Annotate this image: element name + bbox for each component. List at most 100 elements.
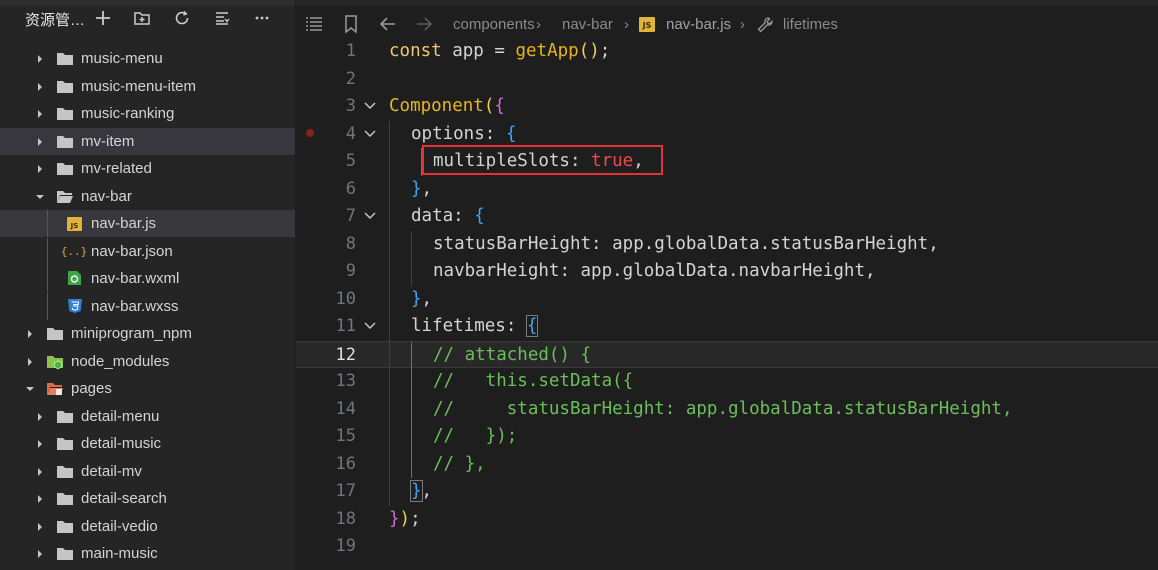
js-file-icon: JS — [67, 217, 82, 231]
code-line-current: 12 // attached() { — [296, 340, 1158, 369]
breadcrumb-item[interactable]: nav-bar — [562, 16, 613, 33]
tree-item-nav-bar[interactable]: nav-bar — [0, 183, 295, 210]
chevron-right-icon — [38, 55, 42, 63]
new-file-icon[interactable] — [92, 7, 114, 29]
indent-guide — [389, 258, 390, 286]
tree-item-detail-mv[interactable]: detail-mv — [0, 458, 295, 485]
tree-item-main-music[interactable]: main-music — [0, 540, 295, 567]
chevron-right-icon — [38, 82, 42, 91]
fold-chevron-icon[interactable] — [364, 321, 376, 331]
folder-icon — [57, 80, 73, 93]
tree-item-nav-bar-wxss[interactable]: nav-bar.wxss — [0, 292, 295, 320]
line-number: 12 — [335, 344, 356, 365]
indent-guide — [389, 395, 390, 423]
breadcrumb-item[interactable]: nav-bar.js — [666, 16, 731, 33]
line-number: 6 — [345, 178, 356, 199]
more-icon[interactable] — [251, 7, 273, 29]
tree-item-label: detail-vedio — [81, 517, 158, 535]
chevron-right-icon — [28, 357, 32, 366]
indent-guide — [411, 395, 412, 423]
chevron-right-icon — [38, 467, 42, 476]
tree-item-nav-bar-json[interactable]: {..} nav-bar.json — [0, 237, 295, 265]
line-text: data: { — [411, 206, 485, 226]
line-text: // }, — [433, 453, 486, 474]
tree-item-music-ranking[interactable]: music-ranking — [0, 100, 295, 127]
tree-item-nav-bar-js[interactable]: JS nav-bar.js — [0, 210, 295, 237]
breadcrumb-separator-icon: › — [624, 16, 629, 33]
tree-item-label: music-menu-item — [81, 77, 197, 95]
tree-item-label: miniprogram_npm — [71, 325, 192, 342]
code-line: 17 }, — [296, 478, 1158, 506]
fold-chevron-icon[interactable] — [364, 211, 376, 221]
breadcrumb-item[interactable]: components — [453, 16, 535, 33]
new-folder-icon[interactable] — [131, 7, 153, 29]
js-file-icon: JS — [639, 17, 655, 32]
bookmark-icon[interactable] — [343, 14, 359, 38]
tree-item-detail-music[interactable]: detail-music — [0, 430, 295, 457]
code-line: 18 }); — [296, 506, 1158, 534]
indent-guide — [389, 285, 390, 313]
outline-list-icon[interactable] — [304, 15, 324, 37]
back-arrow-icon[interactable] — [378, 15, 398, 37]
breadcrumb: components › nav-bar › JS nav-bar.js › l… — [296, 8, 1158, 42]
refresh-icon[interactable] — [171, 7, 193, 29]
wxml-file-icon — [68, 271, 81, 285]
wrench-icon — [756, 16, 774, 38]
chevron-right-icon — [38, 412, 42, 421]
tree-item-mv-item[interactable]: mv-item — [0, 127, 295, 155]
tree-item-miniprogram-npm[interactable]: miniprogram_npm — [0, 320, 295, 347]
folder-icon — [57, 108, 73, 120]
css-file-icon — [68, 298, 82, 313]
tree-item-label: pages — [71, 380, 112, 397]
tree-item-node-modules[interactable]: node_modules — [0, 348, 295, 375]
tree-item-mv-related[interactable]: mv-related — [0, 155, 295, 182]
line-text: }, — [410, 480, 433, 502]
folder-icon — [57, 410, 73, 423]
folder-icon — [57, 548, 73, 560]
code-line: 6 }, — [296, 175, 1158, 203]
tree-item-detail-search[interactable]: detail-search — [0, 485, 295, 512]
code-line: 2 — [296, 66, 1158, 94]
tree-item-detail-menu[interactable]: detail-menu — [0, 403, 295, 430]
line-number: 4 — [345, 123, 356, 144]
collapse-icon[interactable] — [211, 7, 233, 29]
tree-item-label: mv-related — [81, 160, 152, 177]
line-number: 13 — [335, 371, 356, 391]
line-number: 2 — [345, 68, 356, 89]
tree-item-label: mv-item — [81, 132, 135, 150]
breadcrumb-item[interactable]: lifetimes — [783, 16, 838, 33]
folder-icon — [57, 438, 73, 450]
code-line: 1 const app = getApp(); — [296, 38, 1158, 66]
indent-guide — [411, 258, 412, 286]
forward-arrow-icon[interactable] — [414, 15, 434, 37]
code-line: 19 — [296, 533, 1158, 561]
indent-guide — [47, 210, 48, 237]
line-number: 11 — [335, 316, 356, 336]
line-number: 9 — [345, 261, 356, 281]
line-text: }, — [411, 178, 433, 199]
folder-icon — [57, 520, 73, 533]
tree-item-nav-bar-wxml[interactable]: nav-bar.wxml — [0, 265, 295, 292]
fold-chevron-icon[interactable] — [364, 129, 376, 139]
tree-item-detail-vedio[interactable]: detail-vedio — [0, 513, 295, 540]
code-line: 11 lifetimes: { — [296, 313, 1158, 341]
fold-chevron-icon[interactable] — [364, 101, 376, 111]
chevron-down-icon — [26, 387, 34, 391]
line-number: 3 — [345, 96, 356, 116]
line-text: }); — [389, 508, 421, 529]
indent-guide — [47, 292, 48, 320]
tree-item-pages[interactable]: pages — [0, 375, 295, 402]
pages-folder-icon — [47, 383, 63, 395]
folder-open-icon — [57, 190, 73, 203]
code-line: 7 data: { — [296, 203, 1158, 231]
line-text: // }); — [433, 426, 518, 446]
line-number: 18 — [335, 508, 356, 529]
indent-guide — [389, 175, 390, 203]
tree-item-music-menu-item[interactable]: music-menu-item — [0, 73, 295, 100]
tree-item-label: detail-mv — [81, 462, 142, 480]
folder-icon — [57, 135, 73, 148]
line-number: 15 — [335, 426, 356, 446]
tree-item-label: music-menu — [81, 50, 163, 67]
tree-item-music-menu[interactable]: music-menu — [0, 45, 295, 72]
breakpoint-dot[interactable] — [306, 129, 314, 137]
